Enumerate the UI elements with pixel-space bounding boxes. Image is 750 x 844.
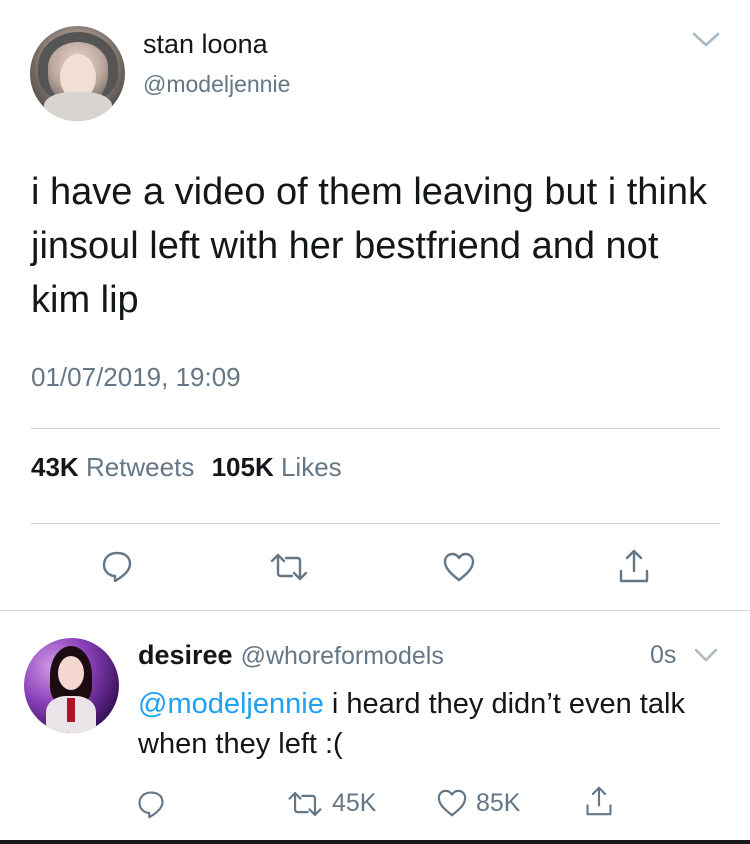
tweet-stats: 43K Retweets 105K Likes [31, 452, 342, 483]
like-stat[interactable]: 105K Likes [212, 452, 342, 482]
like-label: Likes [280, 452, 342, 482]
chevron-down-icon[interactable] [693, 645, 719, 665]
avatar-tie [67, 698, 75, 722]
heart-icon [437, 789, 467, 817]
retweet-count: 45K [332, 789, 377, 817]
chevron-down-icon[interactable] [691, 28, 721, 50]
user-handle[interactable]: @modeljennie [143, 71, 290, 98]
avatar-face [58, 656, 84, 690]
main-tweet: stan loona @modeljennie i have a video o… [0, 0, 750, 612]
reply-retweet-action[interactable]: 45K [286, 789, 376, 818]
section-divider [0, 610, 750, 611]
divider [31, 523, 720, 524]
tweet-timestamp: 01/07/2019, 19:09 [31, 362, 241, 392]
mention-link[interactable]: @modeljennie [138, 688, 324, 720]
reply-icon[interactable] [136, 789, 166, 819]
retweet-stat[interactable]: 43K Retweets [31, 452, 202, 482]
reply-text: @modeljennie i heard they didn’t even ta… [138, 684, 738, 764]
tweet-text: i have a video of them leaving but i thi… [31, 171, 707, 321]
reply-header: desiree @whoreformodels [138, 640, 444, 671]
retweet-label: Retweets [85, 452, 195, 482]
reply-display-name[interactable]: desiree [138, 640, 233, 670]
reply-like-action[interactable]: 85K [436, 788, 520, 818]
retweet-icon[interactable] [268, 552, 310, 582]
avatar[interactable] [30, 26, 125, 121]
reply-icon[interactable] [100, 549, 134, 583]
like-count: 85K [476, 788, 521, 817]
share-icon[interactable] [584, 784, 614, 818]
retweet-icon [288, 791, 322, 816]
retweet-count: 43K [31, 452, 79, 482]
divider [31, 428, 720, 429]
display-name[interactable]: stan loona [143, 29, 268, 60]
reply-avatar[interactable] [24, 638, 119, 733]
heart-icon[interactable] [442, 551, 476, 583]
reply-time: 0s [650, 641, 677, 669]
like-count: 105K [211, 452, 274, 482]
share-icon[interactable] [617, 547, 651, 585]
avatar-scarf [44, 92, 112, 121]
bottom-border [0, 840, 750, 844]
reply-handle[interactable]: @whoreformodels [241, 642, 444, 670]
